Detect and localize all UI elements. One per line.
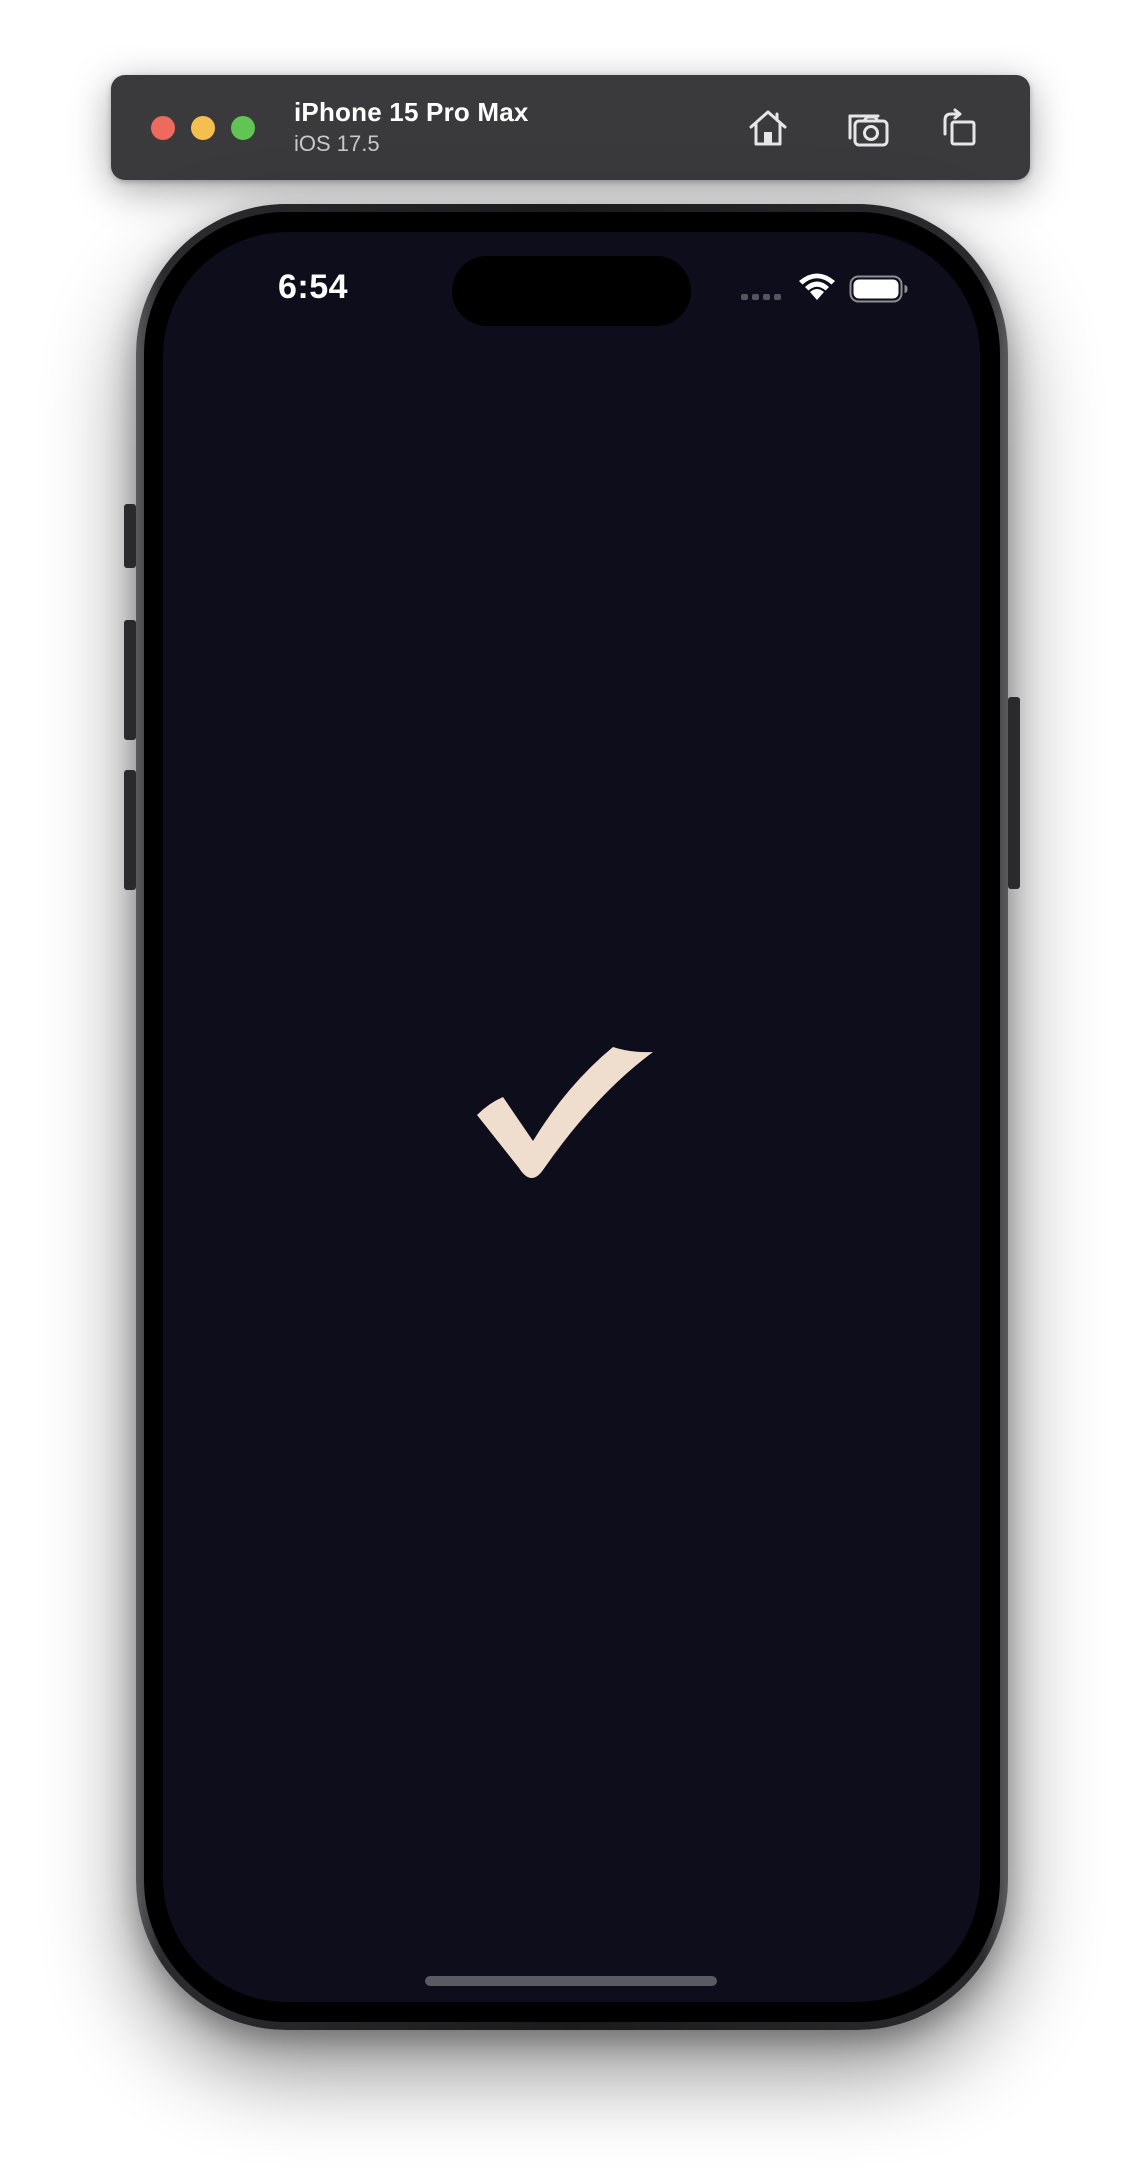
rotate-button[interactable] bbox=[934, 103, 984, 153]
checkmark-icon bbox=[477, 1047, 653, 1179]
action-button[interactable] bbox=[124, 504, 136, 568]
simulator-toolbar: iPhone 15 Pro Max iOS 17.5 bbox=[111, 75, 1030, 180]
cellular-signal-icon bbox=[741, 294, 781, 300]
window-zoom-button[interactable] bbox=[231, 116, 255, 140]
wifi-icon bbox=[799, 273, 835, 300]
volume-up-button[interactable] bbox=[124, 620, 136, 740]
home-icon bbox=[749, 110, 787, 146]
status-time: 6:54 bbox=[278, 268, 349, 306]
home-button[interactable] bbox=[743, 103, 793, 153]
home-indicator[interactable] bbox=[425, 1976, 717, 1986]
battery-icon bbox=[849, 275, 908, 303]
side-power-button[interactable] bbox=[1008, 697, 1020, 889]
dynamic-island bbox=[452, 256, 691, 326]
window-minimize-button[interactable] bbox=[191, 116, 215, 140]
screenshot-icon bbox=[848, 114, 889, 147]
os-version: iOS 17.5 bbox=[294, 131, 380, 156]
volume-down-button[interactable] bbox=[124, 770, 136, 890]
window-close-button[interactable] bbox=[151, 116, 175, 140]
rotate-icon bbox=[943, 108, 976, 146]
screenshot-button[interactable] bbox=[842, 103, 892, 153]
device-screen[interactable]: 6:54 bbox=[163, 232, 980, 2002]
device-name: iPhone 15 Pro Max bbox=[294, 97, 529, 127]
